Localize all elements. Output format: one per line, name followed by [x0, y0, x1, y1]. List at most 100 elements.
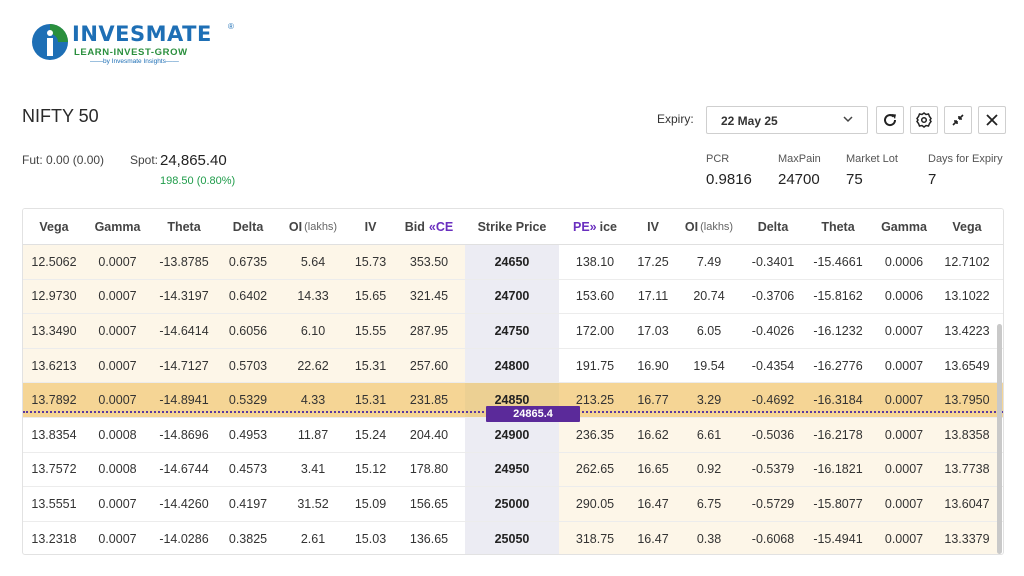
header-call-bid[interactable]: Bid «CE: [393, 209, 465, 244]
cell-put-oi: 19.54: [693, 358, 725, 373]
stat-label: Days for Expiry: [928, 153, 1003, 165]
cell-put-delta: -0.5729: [743, 487, 803, 521]
cell-call-oi: 3.41: [300, 462, 326, 477]
cell-call-bid[interactable]: 204.40: [393, 418, 465, 452]
header-call-oi[interactable]: OI (lakhs): [278, 209, 348, 244]
collapse-button[interactable]: [944, 106, 972, 134]
cell-call-theta: -14.6744: [159, 462, 209, 477]
cell-call-vega: 13.2318: [31, 531, 77, 546]
table-row[interactable]: 13.7572 0.0008 -14.6744 0.4573 3.41 15.12 178.…: [23, 452, 1003, 488]
header-call-gamma[interactable]: Gamma: [85, 209, 150, 244]
cell-put-price[interactable]: 318.75: [559, 521, 631, 554]
stat-label: PCR: [706, 153, 730, 165]
cell-call-vega: 13.8354: [31, 427, 77, 442]
table-scrollbar[interactable]: [997, 324, 1002, 554]
cell-call-gamma: 0.0007: [85, 279, 150, 314]
header-put-delta[interactable]: Delta: [743, 209, 803, 244]
stat-value: 0.9816: [706, 171, 752, 188]
cell-call-bid[interactable]: 178.80: [393, 453, 465, 487]
cell-call-iv: 15.09: [354, 496, 387, 511]
cell-call-oi: 6.10: [278, 314, 348, 348]
cell-put-delta: -0.6068: [743, 521, 803, 554]
table-row[interactable]: 12.9730 0.0007 -14.3197 0.6402 14.33 15.65 321…: [23, 279, 1003, 315]
cell-call-gamma: 0.0007: [98, 531, 137, 546]
expiry-select[interactable]: 22 May 25: [706, 106, 868, 134]
table-row[interactable]: 13.2318 0.0007 -14.0286 0.3825 2.61 15.03 136.…: [23, 521, 1003, 554]
cell-call-delta: 0.3825: [228, 531, 268, 546]
cell-put-price[interactable]: 236.35: [559, 418, 631, 452]
cell-call-bid[interactable]: 287.95: [393, 314, 465, 348]
cell-put-gamma: 0.0007: [873, 521, 935, 554]
cell-put-theta: -16.1232: [813, 323, 863, 338]
table-row[interactable]: 13.6213 0.0007 -14.7127 0.5703 22.62 15.31 257…: [23, 348, 1003, 384]
fut-value: 0.00 (0.00): [46, 153, 105, 167]
cell-call-iv: 15.24: [354, 427, 387, 442]
cell-put-iv: 16.65: [631, 452, 675, 487]
cell-call-delta: 0.6735: [218, 245, 278, 279]
cell-put-price[interactable]: 153.60: [559, 280, 631, 314]
pe-tag: PE»: [572, 219, 597, 234]
refresh-button[interactable]: [876, 106, 904, 134]
cell-put-gamma: 0.0007: [873, 418, 935, 452]
cell-call-delta: 0.4197: [228, 496, 268, 511]
cell-put-price[interactable]: 138.10: [559, 245, 631, 279]
table-row[interactable]: 13.8354 0.0008 -14.8696 0.4953 11.87 15.24 204…: [23, 418, 1003, 453]
header-put-oi-label: OI: [684, 219, 699, 234]
header-put-iv[interactable]: IV: [631, 209, 675, 244]
spot-label: Spot:: [130, 153, 159, 167]
cell-put-price[interactable]: 262.65: [559, 452, 631, 487]
spot-change: 198.50 (0.80%): [160, 175, 236, 187]
header-call-theta[interactable]: Theta: [150, 209, 218, 244]
cell-strike-price: 24900: [465, 418, 559, 452]
stat-pcr: PCR 0.9816: [706, 153, 752, 188]
cell-call-bid[interactable]: 257.60: [393, 348, 465, 383]
header-put-gamma[interactable]: Gamma: [873, 209, 935, 244]
table-header: Vega Gamma Theta Delta OI (lakhs) IV Bid «…: [23, 209, 1003, 245]
cell-put-delta: -0.3401: [751, 254, 795, 269]
cell-strike-price: 24750: [465, 314, 559, 348]
cell-call-theta: -14.8696: [159, 427, 209, 442]
cell-call-delta: 0.5703: [218, 348, 278, 383]
cell-call-bid[interactable]: 136.65: [393, 522, 465, 554]
cell-put-gamma: 0.0007: [873, 487, 935, 521]
cell-put-oi: 7.49: [696, 254, 722, 269]
header-put-price[interactable]: PE» ice: [559, 209, 631, 244]
cell-put-oi: 6.75: [675, 487, 743, 521]
table-row[interactable]: 13.5551 0.0007 -14.4260 0.4197 31.52 15.09 156…: [23, 487, 1003, 522]
cell-call-bid[interactable]: 321.45: [393, 279, 465, 314]
cell-call-bid[interactable]: 353.50: [393, 245, 465, 279]
cell-put-vega: 13.7738: [935, 452, 999, 487]
cell-put-price[interactable]: 191.75: [559, 349, 631, 383]
cell-call-gamma: 0.0008: [98, 427, 137, 442]
close-button[interactable]: [978, 106, 1006, 134]
stat-market-lot: Market Lot 75: [846, 153, 898, 188]
cell-put-vega: 13.3379: [935, 521, 999, 554]
brand-name: INVESMATE: [72, 22, 212, 46]
header-call-iv[interactable]: IV: [348, 209, 393, 244]
cell-call-bid[interactable]: 156.65: [393, 487, 465, 521]
cell-put-oi: 20.74: [693, 289, 725, 304]
header-put-vega[interactable]: Vega: [935, 209, 999, 244]
cell-call-oi: 22.62: [278, 348, 348, 383]
futures-quote: Fut: 0.00 (0.00): [22, 153, 104, 167]
header-put-oi[interactable]: OI (lakhs): [675, 209, 743, 244]
table-row[interactable]: 12.5062 0.0007 -13.8785 0.6735 5.64 15.73 353.…: [23, 245, 1003, 280]
header-call-oi-unit: (lakhs): [304, 220, 338, 233]
cell-put-gamma: 0.0007: [873, 452, 935, 487]
header-strike-price[interactable]: Strike Price: [465, 209, 559, 244]
cell-put-price[interactable]: 172.00: [559, 314, 631, 348]
cell-put-theta: -16.2178: [803, 418, 873, 452]
option-chain-table[interactable]: Vega Gamma Theta Delta OI (lakhs) IV Bid «…: [22, 208, 1004, 555]
ce-tag: «CE: [428, 219, 454, 234]
table-row[interactable]: 13.3490 0.0007 -14.6414 0.6056 6.10 15.55 287.…: [23, 314, 1003, 349]
header-call-vega[interactable]: Vega: [23, 209, 85, 244]
cell-put-iv: 16.47: [631, 487, 675, 521]
cell-put-price[interactable]: 290.05: [559, 487, 631, 521]
header-call-delta[interactable]: Delta: [218, 209, 278, 244]
header-put-theta[interactable]: Theta: [803, 209, 873, 244]
cell-call-gamma: 0.0007: [85, 314, 150, 348]
invesmate-logo-icon: [32, 24, 68, 60]
cell-put-gamma: 0.0006: [884, 254, 924, 269]
cell-put-oi: 6.61: [675, 418, 743, 452]
settings-button[interactable]: [910, 106, 938, 134]
